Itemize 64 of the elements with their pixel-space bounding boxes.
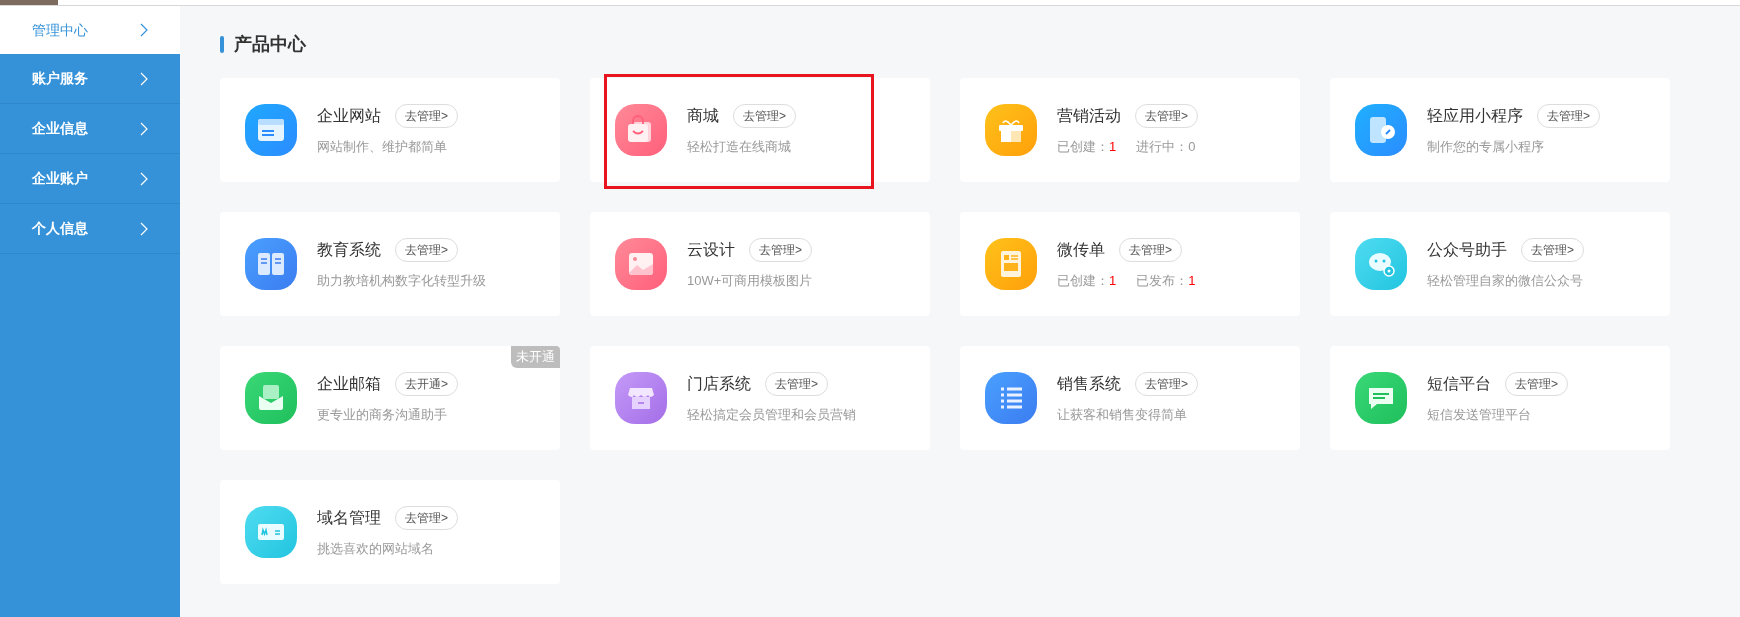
flyer-icon xyxy=(985,238,1037,290)
message-icon xyxy=(1355,372,1407,424)
stat-text: 已创建：1 xyxy=(1057,271,1117,290)
manage-button[interactable]: 去开通> xyxy=(395,371,458,396)
manage-button[interactable]: 去管理> xyxy=(765,371,828,396)
manage-button[interactable]: 去管理> xyxy=(1505,371,1568,396)
product-description: 制作您的专属小程序 xyxy=(1427,137,1545,156)
heading-accent-bar xyxy=(220,35,224,53)
product-description: 助力教培机构数字化转型升级 xyxy=(317,271,486,290)
product-title: 微传单 xyxy=(1057,239,1105,260)
product-title: 域名管理 xyxy=(317,507,381,528)
product-title: 销售系统 xyxy=(1057,373,1121,394)
chevron-right-icon xyxy=(140,71,148,86)
book-icon xyxy=(245,238,297,290)
chevron-right-icon xyxy=(140,221,148,236)
store-icon xyxy=(615,372,667,424)
product-description: 10W+可商用模板图片 xyxy=(687,271,813,290)
gift-icon xyxy=(985,104,1037,156)
photo-placeholder xyxy=(0,0,58,5)
status-badge: 未开通 xyxy=(511,346,560,368)
product-title: 企业网站 xyxy=(317,105,381,126)
product-description: 轻松打造在线商城 xyxy=(687,137,792,156)
browser-icon xyxy=(245,104,297,156)
chevron-right-icon xyxy=(140,23,148,37)
manage-button[interactable]: 去管理> xyxy=(395,505,458,530)
product-description: 让获客和销售变得简单 xyxy=(1057,405,1188,424)
bag-icon xyxy=(615,104,667,156)
product-title: 短信平台 xyxy=(1427,373,1491,394)
manage-button[interactable]: 去管理> xyxy=(395,237,458,262)
manage-button[interactable]: 去管理> xyxy=(1521,237,1584,262)
miniapp-icon xyxy=(1355,104,1407,156)
product-description: 网站制作、维护都简单 xyxy=(317,137,448,156)
stat-text: 已创建：1 xyxy=(1057,137,1117,156)
manage-button[interactable]: 去管理> xyxy=(749,237,812,262)
product-title: 企业邮箱 xyxy=(317,373,381,394)
product-description: 轻松管理自家的微信公众号 xyxy=(1427,271,1584,290)
section-title: 产品中心 xyxy=(234,32,306,56)
product-description: 短信发送管理平台 xyxy=(1427,405,1532,424)
manage-button[interactable]: 去管理> xyxy=(1135,371,1198,396)
stat-text: 已发布：1 xyxy=(1136,271,1196,290)
product-description: 更专业的商务沟通助手 xyxy=(317,405,448,424)
manage-button[interactable]: 去管理> xyxy=(1135,103,1198,128)
domain-icon xyxy=(245,506,297,558)
product-title: 公众号助手 xyxy=(1427,239,1507,260)
product-title: 云设计 xyxy=(687,239,735,260)
image-icon xyxy=(615,238,667,290)
manage-button[interactable]: 去管理> xyxy=(1537,103,1600,128)
list-icon xyxy=(985,372,1037,424)
product-description: 挑选喜欢的网站域名 xyxy=(317,539,435,558)
product-title: 营销活动 xyxy=(1057,105,1121,126)
mail-icon xyxy=(245,372,297,424)
product-title: 商城 xyxy=(687,105,719,126)
manage-button[interactable]: 去管理> xyxy=(1119,237,1182,262)
manage-button[interactable]: 去管理> xyxy=(395,103,458,128)
chevron-right-icon xyxy=(140,121,148,136)
product-title: 轻应用小程序 xyxy=(1427,105,1523,126)
product-title: 门店系统 xyxy=(687,373,751,394)
manage-button[interactable]: 去管理> xyxy=(733,103,796,128)
chevron-right-icon xyxy=(140,171,148,186)
sidebar-item[interactable]: 管理中心 xyxy=(0,6,180,54)
product-title: 教育系统 xyxy=(317,239,381,260)
chat-icon xyxy=(1355,238,1407,290)
product-description: 轻松搞定会员管理和会员营销 xyxy=(687,405,856,424)
stat-text: 进行中：0 xyxy=(1136,137,1196,156)
